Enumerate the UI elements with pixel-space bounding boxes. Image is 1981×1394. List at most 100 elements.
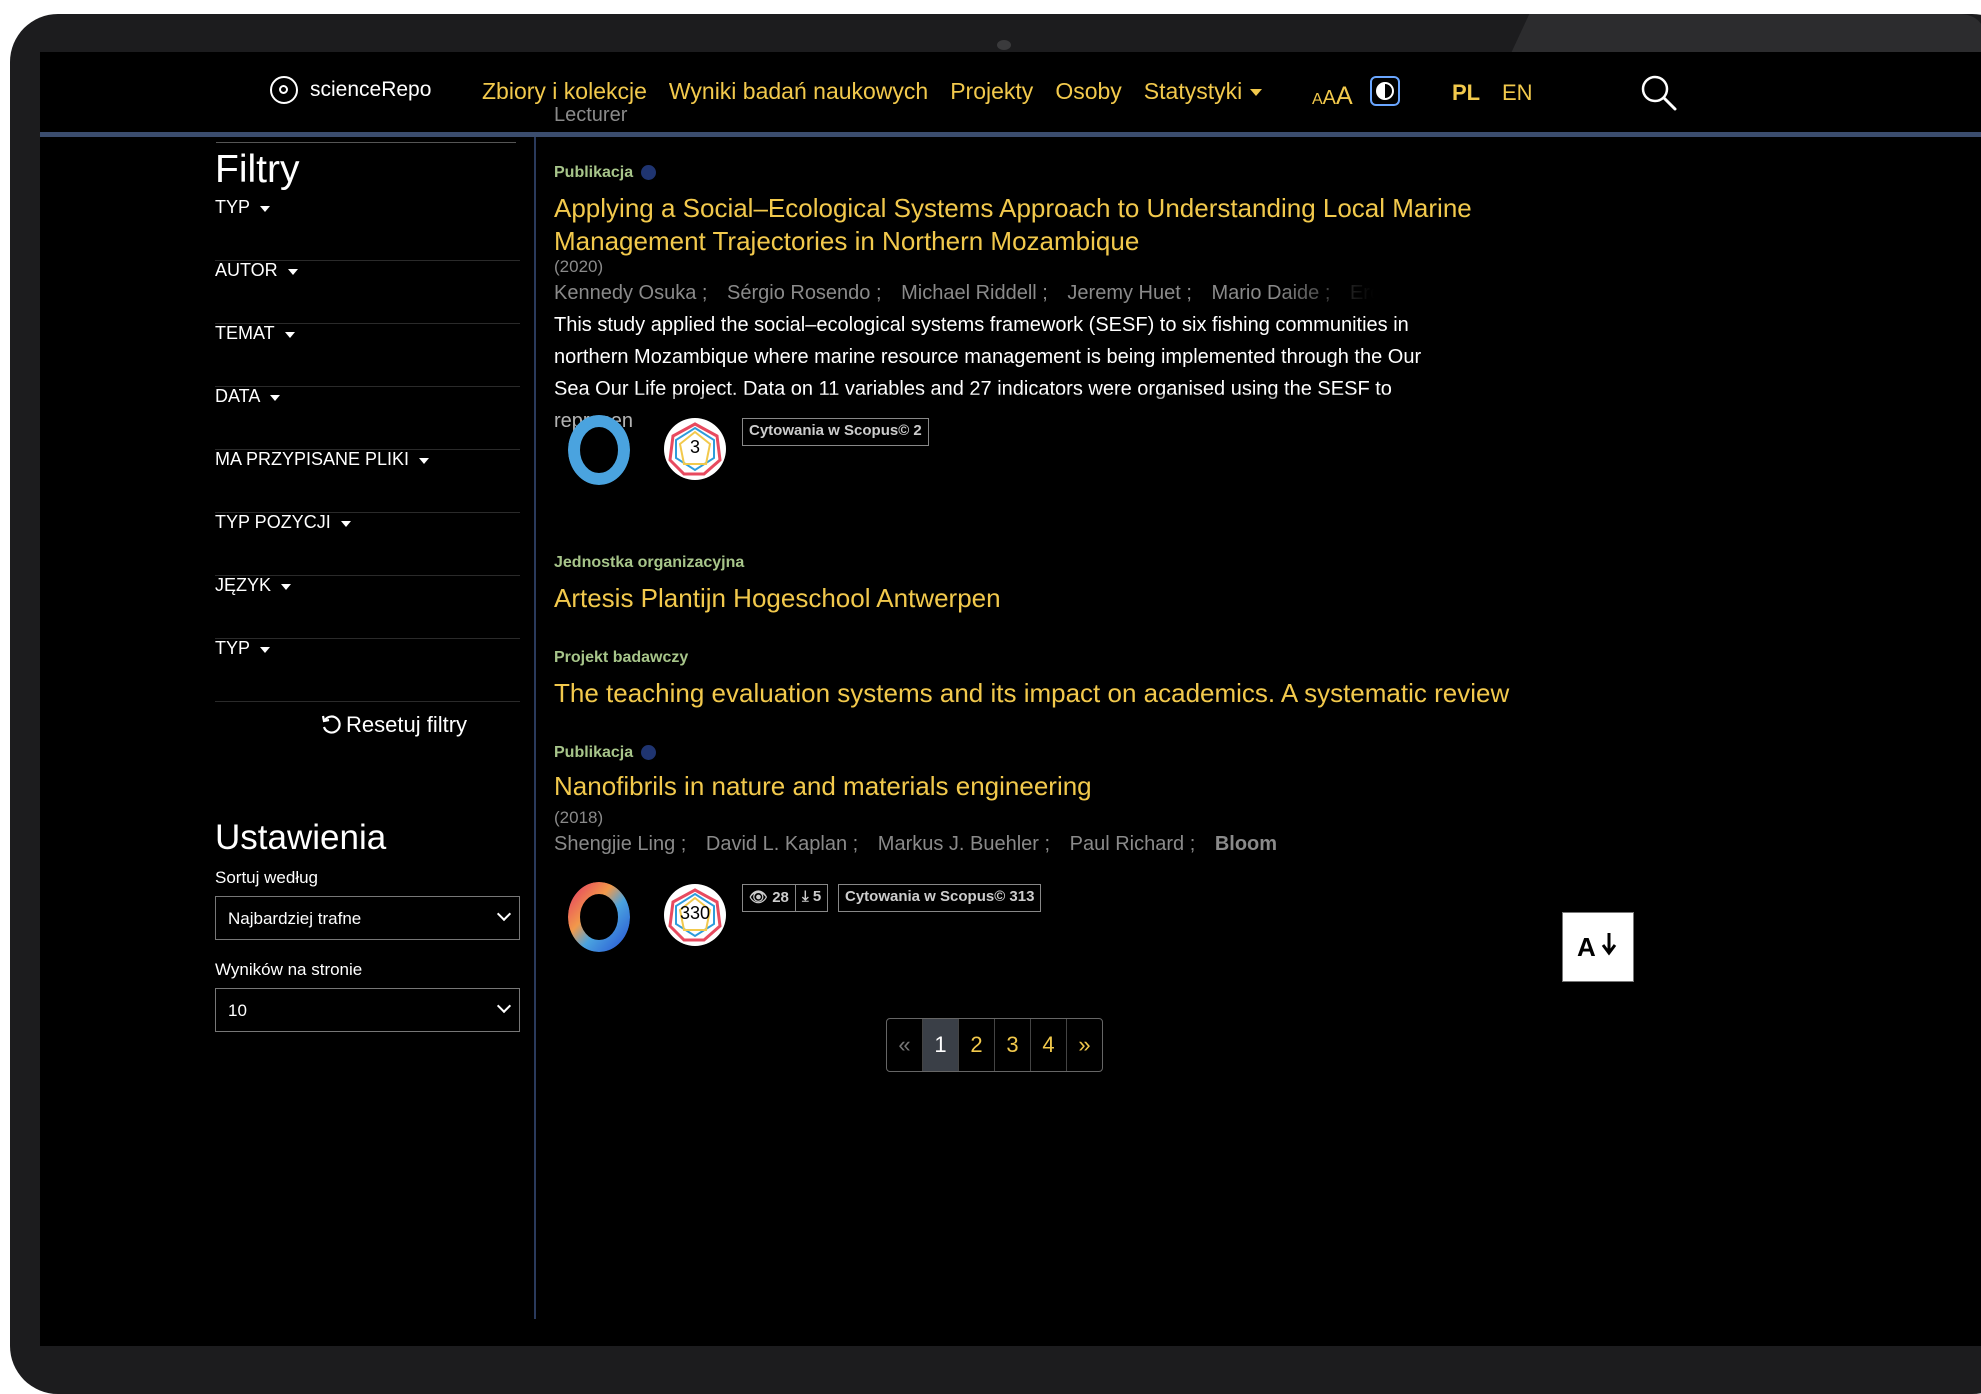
filter-date[interactable]: DATA [215,386,520,450]
filter-author[interactable]: AUTOR [215,260,520,324]
nav-research-results[interactable]: Wyniki badań naukowych [669,78,928,105]
author-link[interactable]: Jeremy Huet ; [1067,282,1191,304]
downloads-count: 5 [812,888,822,905]
filter-language[interactable]: JĘZYK [215,575,520,639]
pagination-page[interactable]: 3 [995,1019,1031,1071]
lang-en[interactable]: EN [1502,80,1533,106]
filter-type[interactable]: TYP [215,197,520,261]
chevron-down-icon [340,520,351,527]
author-link[interactable]: Bloom [1215,833,1277,855]
result-title-link[interactable]: Artesis Plantijn Hogeschool Antwerpen [554,582,1614,615]
filter-label: JĘZYK [215,575,272,595]
logo-text: scienceRepo [310,78,432,101]
chevron-down-icon [496,906,512,922]
logo[interactable]: scienceRepo [270,76,431,104]
pagination-page[interactable]: 1 [923,1019,959,1071]
search-icon[interactable] [1638,72,1678,112]
lang-pl[interactable]: PL [1452,80,1480,106]
dimensions-badge[interactable]: 3 [664,418,726,480]
nav-people[interactable]: Osoby [1055,78,1121,105]
font-size-small[interactable]: A [1312,91,1323,108]
filters-title: Filtry [215,148,300,191]
author-link[interactable]: Mario Daide ; [1211,282,1330,304]
nav-statistics-label: Statystyki [1143,78,1243,104]
eye-icon: 👁 [749,889,769,906]
result-type-label: Publikacja [554,164,657,182]
device-camera [997,40,1011,50]
chevron-down-icon [260,205,271,212]
device-glare [1510,14,1981,54]
filter-label: DATA [215,386,261,406]
altmetric-donut-icon[interactable] [568,882,630,952]
views-count: 28 [772,889,789,906]
result-type-text: Publikacja [554,744,634,761]
chevron-down-icon [287,268,298,275]
result-type-label: Publikacja [554,744,657,762]
sidebar-clipped-control [216,137,516,143]
main-nav: Zbiory i kolekcje Wyniki badań naukowych… [482,78,1284,105]
dimensions-count: 330 [679,903,711,923]
nav-statistics[interactable]: Statystyki [1143,78,1263,105]
font-size-medium[interactable]: A [1323,87,1336,109]
result-title-link[interactable]: Nanofibrils in nature and materials engi… [554,770,1614,803]
chevron-down-icon [284,331,295,338]
author-link[interactable]: Shengjie Ling ; [554,833,686,855]
sidebar-divider [534,137,536,1319]
author-link[interactable]: Michael Riddell ; [901,282,1048,304]
sort-select[interactable]: Najbardziej trafne [215,896,520,940]
views-badge: 👁 28 [742,884,796,912]
filter-has-files[interactable]: MA PRZYPISANE PLIKI [215,449,520,513]
filter-item-type[interactable]: TYP POZYCJI [215,512,520,576]
altmetric-donut-icon[interactable] [568,415,630,485]
result-year: (2018) [554,808,604,827]
reset-filters-button[interactable]: Resetuj filtry [320,712,467,738]
result-type-label: Jednostka organizacyjna [554,554,744,572]
result-title-link[interactable]: The teaching evaluation systems and its … [554,677,1754,710]
author-link[interactable]: Paul Richard ; [1070,833,1196,855]
downloads-badge: ⤓ 5 [795,884,829,912]
chevron-down-icon [270,394,281,401]
chevron-down-icon [496,998,512,1014]
scopus-citations-badge: Cytowania w Scopus© 313 [838,884,1042,912]
chevron-down-icon [260,646,271,653]
font-size-large[interactable]: A [1336,82,1353,110]
result-authors: Shengjie Ling ; David L. Kaplan ; Markus… [554,833,1374,856]
download-icon: ⤓ [802,888,809,905]
pagination-page[interactable]: 4 [1031,1019,1067,1071]
chevron-down-icon [1250,89,1263,97]
scopus-citations-badge: Cytowania w Scopus© 2 [742,418,929,446]
author-link[interactable]: David L. Kaplan ; [706,833,858,855]
filter-type-2[interactable]: TYP [215,638,520,702]
top-navbar: scienceRepo Zbiory i kolekcje Wyniki bad… [40,52,1981,137]
filter-label: MA PRZYPISANE PLIKI [215,449,410,469]
logo-icon [270,76,298,104]
author-link[interactable]: Markus J. Buehler ; [878,833,1050,855]
svg-text:A: A [1577,932,1596,962]
settings-title: Ustawienia [215,818,387,857]
per-page-value: 10 [228,1001,247,1020]
dimensions-count: 3 [689,437,700,457]
result-type-label: Projekt badawczy [554,649,688,667]
nav-projects[interactable]: Projekty [950,78,1033,105]
filter-subject[interactable]: TEMAT [215,323,520,387]
author-link[interactable]: Sérgio Rosendo ; [727,282,882,304]
previous-result-role: Lecturer [554,104,628,126]
pagination-page[interactable]: 2 [959,1019,995,1071]
result-authors: Kennedy Osuka ; Sérgio Rosendo ; Michael… [554,282,1374,305]
result-type-text: Projekt badawczy [554,649,689,666]
result-type-text: Publikacja [554,164,634,181]
author-link[interactable]: Ercilio Chau [1350,282,1374,304]
contrast-toggle-icon[interactable] [1370,76,1400,106]
nav-collections[interactable]: Zbiory i kolekcje [482,78,647,105]
open-access-icon [641,165,657,181]
accessibility-font-button[interactable]: A [1562,912,1634,982]
font-size-switcher[interactable]: AAA [1312,82,1353,111]
per-page-select[interactable]: 10 [215,988,520,1032]
dimensions-badge[interactable]: 330 [664,884,726,946]
result-type-text: Jednostka organizacyjna [554,554,745,571]
pagination-prev[interactable]: « [887,1019,923,1071]
text-size-icon: A [1577,932,1617,962]
author-link[interactable]: Kennedy Osuka ; [554,282,707,304]
pagination-next[interactable]: » [1067,1019,1102,1071]
result-title-link[interactable]: Applying a Social–Ecological Systems App… [554,192,1614,258]
